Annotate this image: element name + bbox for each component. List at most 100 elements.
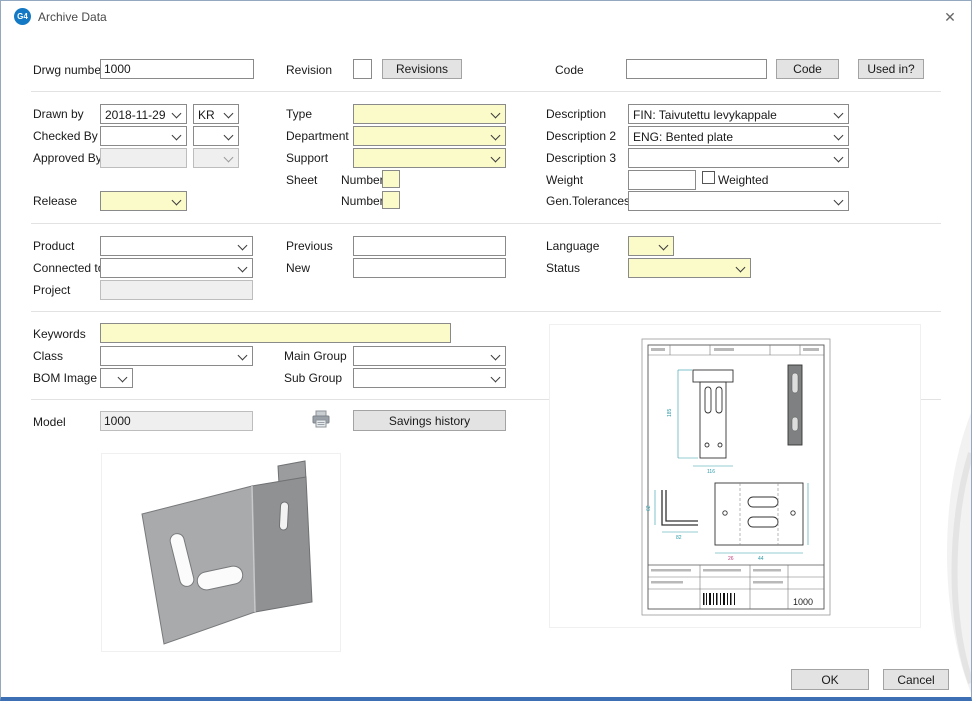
chevron-down-icon	[224, 109, 234, 119]
previous-label: Previous	[286, 239, 333, 253]
dim-text: 44	[758, 556, 764, 562]
department-combo[interactable]	[353, 126, 506, 146]
project-label: Project	[33, 283, 70, 297]
approved-initials-combo	[193, 148, 239, 168]
description-combo[interactable]: FIN: Taivutettu levykappale	[628, 104, 849, 124]
drawing-sheet: 185 116 62 82	[550, 325, 920, 627]
checked-initials-combo[interactable]	[193, 126, 239, 146]
section-divider	[31, 91, 941, 92]
printer-icon[interactable]	[310, 408, 332, 430]
chevron-down-icon	[172, 131, 182, 141]
bom-image-combo[interactable]	[100, 368, 133, 388]
sheet-number2-input[interactable]	[382, 191, 400, 209]
dim-text: 116	[707, 469, 715, 475]
type-combo[interactable]	[353, 104, 506, 124]
dim-text: 185	[667, 408, 673, 417]
bom-image-label: BOM Image	[33, 371, 97, 385]
chevron-down-icon	[491, 109, 501, 119]
code-label: Code	[555, 63, 584, 77]
drawn-date-value: 2018-11-29	[105, 108, 170, 122]
drawing-preview-image: 185 116 62 82	[549, 324, 921, 628]
description2-label: Description 2	[546, 129, 616, 143]
weighted-checkbox[interactable]	[702, 171, 715, 184]
close-icon[interactable]: ✕	[939, 6, 961, 28]
chevron-down-icon	[834, 109, 844, 119]
chevron-down-icon	[224, 153, 234, 163]
status-combo[interactable]	[628, 258, 751, 278]
dim-text: 82	[676, 535, 682, 541]
main-group-combo[interactable]	[353, 346, 506, 366]
savings-history-button[interactable]: Savings history	[353, 410, 506, 431]
model-input	[100, 411, 253, 431]
department-label: Department	[286, 129, 349, 143]
chevron-down-icon	[172, 196, 182, 206]
drawn-initials-combo[interactable]: KR	[193, 104, 239, 124]
code-button[interactable]: Code	[776, 59, 839, 79]
revision-label: Revision	[286, 63, 332, 77]
support-label: Support	[286, 151, 328, 165]
product-label: Product	[33, 239, 74, 253]
app-icon: G4	[14, 8, 31, 25]
checked-date-combo[interactable]	[100, 126, 187, 146]
used-in-button[interactable]: Used in?	[858, 59, 924, 79]
class-combo[interactable]	[100, 346, 253, 366]
chevron-down-icon	[491, 153, 501, 163]
description-label: Description	[546, 107, 606, 121]
chevron-down-icon	[238, 263, 248, 273]
chevron-down-icon	[491, 131, 501, 141]
previous-input[interactable]	[353, 236, 506, 256]
titlebar: G4 Archive Data ✕	[1, 1, 971, 31]
model-preview-image	[101, 453, 341, 652]
sub-group-label: Sub Group	[284, 371, 342, 385]
sheet-label: Sheet	[286, 173, 317, 187]
connected-to-combo[interactable]	[100, 258, 253, 278]
project-input	[100, 280, 253, 300]
chevron-down-icon	[491, 351, 501, 361]
description3-combo[interactable]	[628, 148, 849, 168]
drawn-initials-value: KR	[198, 108, 222, 122]
description2-value: ENG: Bented plate	[633, 130, 832, 144]
bracket-3d-render	[102, 454, 340, 651]
chevron-down-icon	[224, 131, 234, 141]
release-combo[interactable]	[100, 191, 187, 211]
ok-button[interactable]: OK	[791, 669, 869, 690]
chevron-down-icon	[172, 109, 182, 119]
section-divider	[31, 311, 941, 312]
chevron-down-icon	[834, 196, 844, 206]
keywords-input[interactable]	[100, 323, 451, 343]
dim-text: 26	[728, 556, 734, 562]
new-input[interactable]	[353, 258, 506, 278]
revision-input[interactable]	[353, 59, 372, 79]
release-label: Release	[33, 194, 77, 208]
gen-tolerances-combo[interactable]	[628, 191, 849, 211]
code-input[interactable]	[626, 59, 767, 79]
cancel-button[interactable]: Cancel	[883, 669, 949, 690]
model-label: Model	[33, 415, 66, 429]
chevron-down-icon	[491, 373, 501, 383]
main-group-label: Main Group	[284, 349, 347, 363]
drawn-by-label: Drawn by	[33, 107, 84, 121]
revisions-button[interactable]: Revisions	[382, 59, 462, 79]
chevron-down-icon	[238, 241, 248, 251]
archive-data-dialog: G4 Archive Data ✕ Drwg number Revision R…	[0, 0, 972, 701]
product-combo[interactable]	[100, 236, 253, 256]
drawn-date-combo[interactable]: 2018-11-29	[100, 104, 187, 124]
status-label: Status	[546, 261, 580, 275]
class-label: Class	[33, 349, 63, 363]
sub-group-combo[interactable]	[353, 368, 506, 388]
chevron-down-icon	[659, 241, 669, 251]
support-combo[interactable]	[353, 148, 506, 168]
weight-label: Weight	[546, 173, 583, 187]
approved-by-label: Approved By	[33, 151, 102, 165]
connected-to-label: Connected to	[33, 261, 104, 275]
sheet-number-input[interactable]	[382, 170, 400, 188]
sheet-number2-label: Number	[341, 194, 384, 208]
language-label: Language	[546, 239, 599, 253]
drwg-number-input[interactable]	[100, 59, 254, 79]
approved-date-input	[100, 148, 187, 168]
weight-input[interactable]	[628, 170, 696, 190]
chevron-down-icon	[834, 153, 844, 163]
new-label: New	[286, 261, 310, 275]
language-combo[interactable]	[628, 236, 674, 256]
description2-combo[interactable]: ENG: Bented plate	[628, 126, 849, 146]
